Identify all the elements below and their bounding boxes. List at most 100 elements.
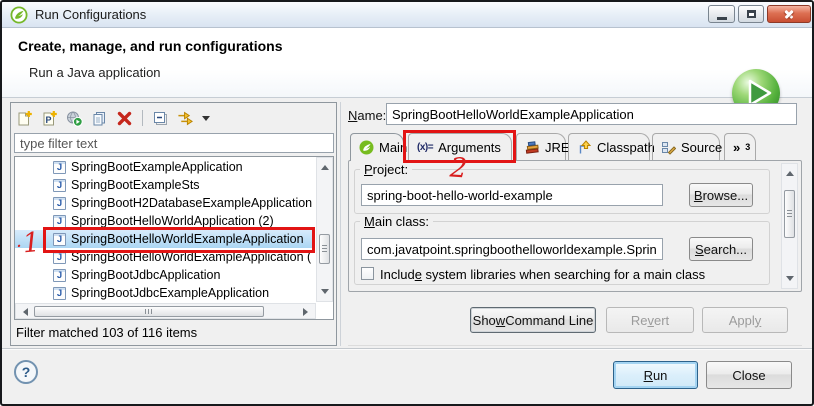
tree-item[interactable]: JSpringBootHelloWorldExampleApplication — [15, 230, 315, 248]
tree-vertical-scrollbar[interactable] — [316, 157, 333, 302]
java-application-icon: J — [53, 179, 66, 192]
launch-toolbar: P — [16, 106, 210, 130]
tab-jre[interactable]: JRE — [516, 133, 566, 160]
overflow-count: 3 — [745, 142, 750, 152]
main-class-input[interactable] — [361, 238, 663, 260]
tab-source[interactable]: Source — [652, 133, 720, 160]
tree-hscroll-thumb[interactable] — [34, 306, 264, 317]
maximize-button[interactable] — [738, 5, 764, 23]
search-button[interactable]: Search... — [689, 237, 753, 261]
tree-item[interactable]: J SpringBootExampleSts — [15, 176, 315, 194]
tab-label: Classpath — [597, 140, 655, 155]
apply-button[interactable]: Apply — [702, 307, 788, 333]
tab-overflow[interactable]: »3 — [724, 133, 756, 160]
tree-item-label: SpringBootHelloWorldApplication (2) — [71, 214, 274, 228]
title-bar[interactable]: Run Configurations — [2, 2, 812, 28]
tree-item-label: SpringBootJdbcApplication — [71, 268, 220, 282]
java-application-icon: J — [53, 161, 66, 174]
include-system-libraries-label: Include system libraries when searching … — [380, 267, 705, 282]
scroll-down-icon[interactable] — [786, 276, 794, 285]
export-launch-configuration-icon[interactable] — [66, 110, 83, 127]
scroll-left-icon[interactable] — [19, 308, 28, 316]
tree-item-label: SpringBootHelloWorldExampleApplication ( — [71, 250, 311, 264]
spring-boot-icon — [359, 140, 374, 155]
tree-item-label: SpringBootJdbcExampleApplication — [71, 286, 269, 300]
project-group: Project: Browse... — [354, 169, 770, 214]
project-input[interactable] — [361, 184, 663, 206]
scroll-up-icon[interactable] — [786, 167, 794, 176]
spring-logo-icon — [10, 6, 28, 24]
tree-item-label: SpringBootH2DatabaseExampleApplication — [71, 196, 312, 210]
close-icon — [783, 8, 795, 20]
filter-status: Filter matched 103 of 116 items — [16, 325, 197, 340]
new-launch-configuration-icon[interactable] — [16, 110, 33, 127]
java-application-icon: J — [53, 287, 66, 300]
overflow-chevron: » — [733, 140, 740, 155]
delete-launch-configuration-icon[interactable] — [116, 110, 133, 127]
show-command-line-button[interactable]: Show Command Line — [470, 307, 596, 333]
filter-input[interactable] — [14, 133, 334, 153]
maximize-icon — [747, 10, 756, 18]
tab-label: Main — [379, 140, 407, 155]
tree-horizontal-scrollbar[interactable] — [15, 303, 316, 319]
panel-divider[interactable] — [340, 102, 341, 346]
include-system-libraries-checkbox[interactable] — [361, 267, 374, 280]
close-window-button[interactable] — [767, 5, 811, 23]
name-input[interactable] — [386, 103, 797, 125]
main-class-group: Main class: Search... Include system lib… — [354, 221, 770, 285]
scroll-right-icon[interactable] — [303, 308, 312, 316]
java-application-icon: J — [53, 197, 66, 210]
run-button[interactable]: Run — [613, 361, 698, 389]
java-application-icon: J — [53, 251, 66, 264]
tree-item[interactable]: J SpringBootHelloWorldExampleApplication … — [15, 248, 315, 266]
svg-text:P: P — [46, 115, 52, 125]
dropdown-caret-icon[interactable] — [202, 116, 210, 125]
browse-button[interactable]: Browse... — [689, 183, 753, 207]
tree-item[interactable]: J SpringBootH2DatabaseExampleApplication — [15, 194, 315, 212]
toolbar-separator — [142, 110, 143, 126]
revert-button[interactable]: Revert — [606, 307, 694, 333]
scroll-down-icon[interactable] — [321, 289, 329, 298]
minimize-button[interactable] — [708, 5, 735, 23]
footer-separator — [2, 348, 812, 349]
tab-label: Source — [681, 140, 722, 155]
header-subtitle: Run a Java application — [29, 65, 161, 80]
help-button[interactable]: ? — [14, 360, 38, 384]
tab-classpath[interactable]: Classpath — [568, 133, 650, 160]
tab-arguments[interactable]: (x)= Arguments — [408, 133, 512, 160]
tree-item-label: SpringBootHelloWorldExampleApplication — [71, 232, 304, 246]
tree-item[interactable]: J SpringBootJdbcExampleApplication — [15, 284, 315, 302]
header-title: Create, manage, and run configurations — [18, 38, 283, 54]
new-launch-prototype-icon[interactable]: P — [41, 110, 58, 127]
content-vscroll-thumb[interactable] — [784, 190, 795, 238]
minimize-icon — [717, 17, 727, 20]
collapse-all-icon[interactable] — [152, 110, 169, 127]
tab-label: Arguments — [438, 140, 501, 155]
duplicate-launch-configuration-icon[interactable] — [91, 110, 108, 127]
content-vertical-scrollbar[interactable] — [781, 163, 798, 289]
tree-item[interactable]: J SpringBootJdbcApplication — [15, 266, 315, 284]
tree-item-label: SpringBootExampleSts — [71, 178, 200, 192]
filter-launch-configurations-icon[interactable] — [177, 110, 194, 127]
tab-main[interactable]: Main — [350, 133, 404, 161]
config-tree: JSpringBootExampleApplicationJSpringBoot… — [15, 158, 315, 302]
right-panel-bottom-border — [348, 345, 802, 346]
window-title: Run Configurations — [35, 7, 146, 22]
tree-item[interactable]: J SpringBootExampleApplication — [15, 158, 315, 176]
tree-item-label: SpringBootExampleApplication — [71, 160, 243, 174]
project-label: Project: — [360, 162, 412, 177]
tab-label: JRE — [545, 140, 570, 155]
help-icon: ? — [22, 364, 31, 380]
dialog-header: Create, manage, and run configurations R… — [2, 28, 812, 98]
arguments-icon: (x)= — [417, 142, 433, 153]
main-class-label: Main class: — [360, 214, 433, 229]
java-application-icon: J — [53, 215, 66, 228]
source-icon — [661, 140, 676, 155]
java-application-icon: J — [53, 269, 66, 282]
tree-item[interactable]: J SpringBootHelloWorldApplication (2) — [15, 212, 315, 230]
scroll-up-icon[interactable] — [321, 161, 329, 170]
run-configurations-dialog: Run Configurations Create, manage, and r… — [0, 0, 814, 406]
close-button[interactable]: Close — [706, 361, 792, 389]
tree-vscroll-thumb[interactable] — [319, 234, 330, 264]
name-label: Name: — [348, 108, 386, 123]
